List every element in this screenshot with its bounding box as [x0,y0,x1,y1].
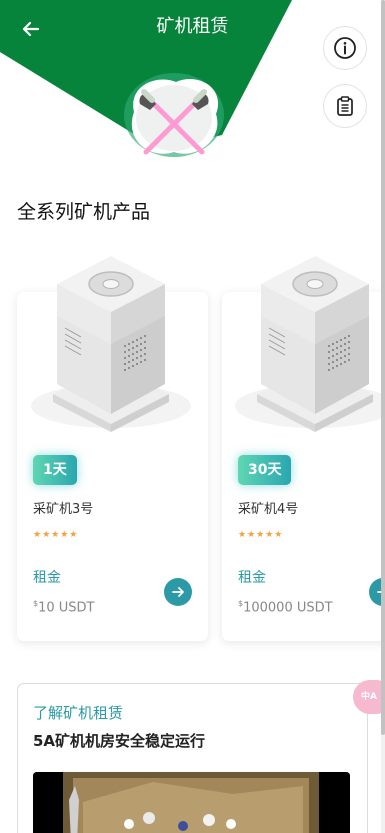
mining-logo [124,73,224,157]
page: 矿机租赁 全系列矿机产品 1天 采矿机3号 ★★★★★ 租金 $10 USDT … [0,0,385,833]
rent-button[interactable] [164,578,192,606]
rent-price: $100000 USDT [238,594,333,618]
arrow-right-icon [172,587,184,597]
duration-badge: 30天 [238,455,292,485]
translate-icon: 中A [361,692,377,702]
mining-machine-image [31,256,191,432]
duration-badge: 1天 [33,455,77,485]
price-value: 100000 USDT [243,600,333,616]
price-value: 10 USDT [38,600,95,616]
rent-label: 租金 [33,570,61,586]
clipboard-icon [337,96,353,116]
info-button[interactable] [323,26,367,70]
rent-label: 租金 [238,570,266,586]
rating-stars: ★★★★★ [238,530,284,540]
machine-name: 采矿机3号 [33,502,94,517]
video-frame [33,772,350,833]
section-title: 全系列矿机产品 [17,201,151,223]
about-heading: 5A矿机机房安全稳定运行 [33,732,206,750]
rent-price: $10 USDT [33,594,95,618]
scrollbar-thumb[interactable] [381,0,385,735]
intro-video[interactable] [33,772,350,833]
rating-stars: ★★★★★ [33,530,79,540]
machine-name: 采矿机4号 [238,502,299,517]
mining-machine-image [235,256,385,432]
info-circle-icon [334,37,356,59]
records-button[interactable] [323,84,367,128]
about-kicker: 了解矿机租赁 [33,704,124,722]
